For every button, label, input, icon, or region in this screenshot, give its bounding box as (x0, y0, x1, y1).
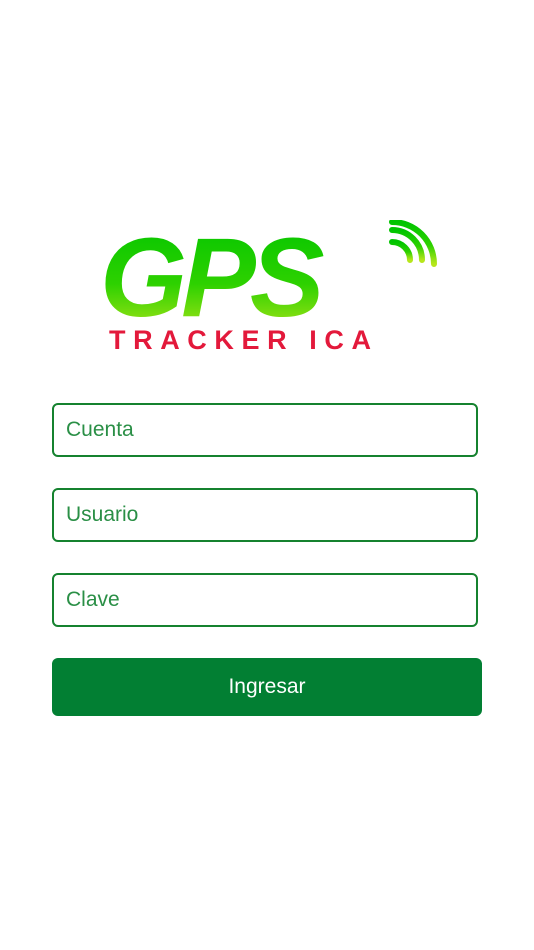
gps-logo-text: GPS (100, 220, 324, 325)
gps-logo-mark: GPS (100, 220, 437, 325)
account-input[interactable] (66, 405, 464, 455)
password-input[interactable] (66, 575, 464, 625)
username-field[interactable] (52, 488, 478, 542)
logo-subtitle: TRACKER ICA (109, 325, 379, 355)
signal-waves-icon (389, 220, 437, 267)
account-field[interactable] (52, 403, 478, 457)
password-field[interactable] (52, 573, 478, 627)
login-button[interactable]: Ingresar (52, 658, 482, 716)
username-input[interactable] (66, 490, 464, 540)
